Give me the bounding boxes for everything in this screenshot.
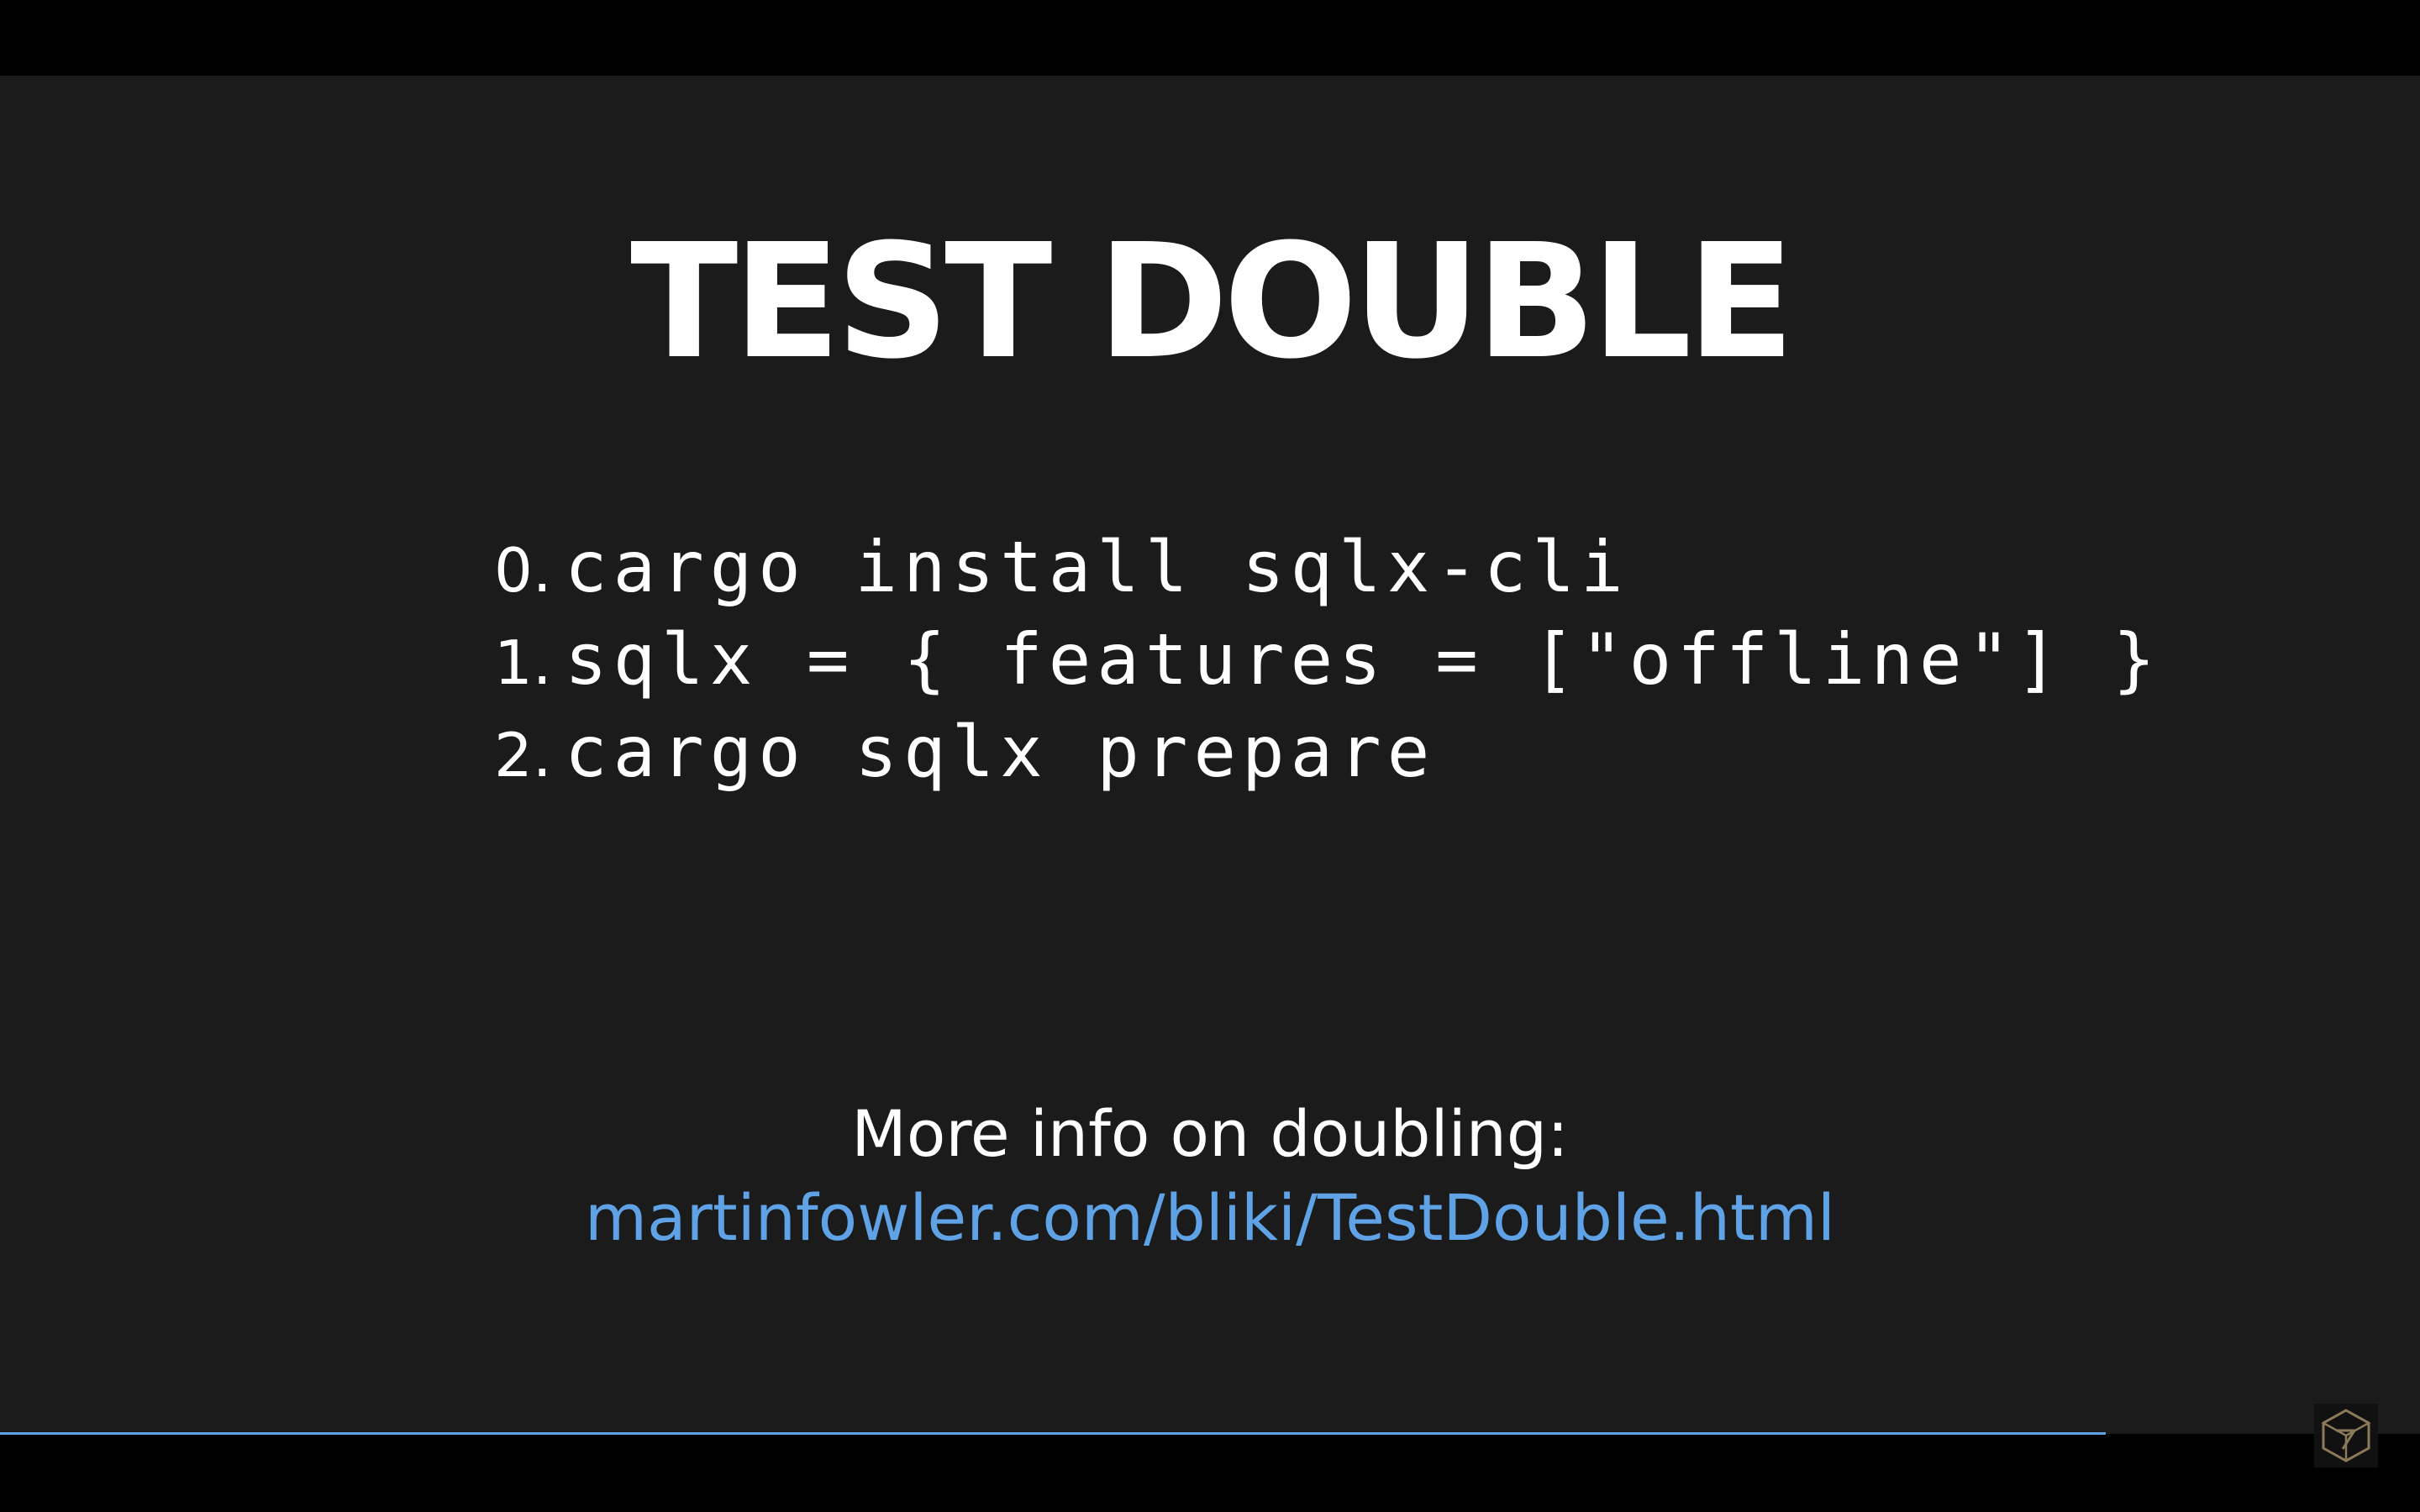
progress-bar[interactable] — [0, 1432, 2420, 1435]
step-number: 0. — [494, 535, 552, 606]
progress-fill — [0, 1432, 2106, 1435]
step-item: 2. cargo sqlx prepare — [494, 706, 2161, 798]
step-number: 1. — [494, 627, 552, 698]
reference-link[interactable]: martinfowler.com/bliki/TestDouble.html — [0, 1176, 2420, 1260]
step-item: 1. sqlx = { features = ["offline"] } — [494, 613, 2161, 706]
logo-svg — [2321, 1409, 2371, 1462]
step-item: 0. cargo install sqlx-cli — [494, 521, 2161, 613]
geometric-cube-logo-icon[interactable] — [2314, 1404, 2378, 1467]
step-code: cargo install sqlx-cli — [565, 526, 1629, 608]
slide-title: TEST DOUBLE — [630, 210, 1795, 394]
step-number: 2. — [494, 720, 552, 790]
letterbox-top — [0, 0, 2420, 76]
letterbox-bottom — [0, 1434, 2420, 1512]
steps-list: 0. cargo install sqlx-cli 1. sqlx = { fe… — [494, 521, 2161, 798]
more-info-text: More info on doubling: — [851, 1096, 1569, 1171]
step-code: sqlx = { features = ["offline"] } — [565, 618, 2161, 701]
step-code: cargo sqlx prepare — [565, 711, 1436, 793]
